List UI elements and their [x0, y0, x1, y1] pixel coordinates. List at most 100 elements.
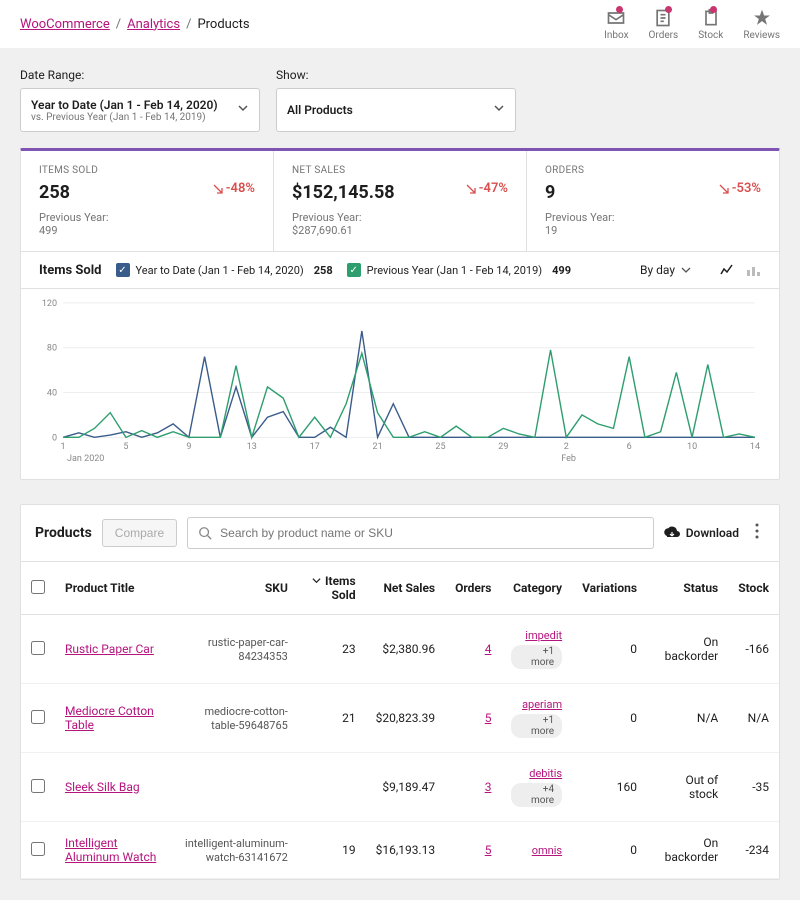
- cell-net: $16,193.13: [366, 822, 445, 879]
- orders-link[interactable]: 4: [485, 642, 492, 656]
- more-categories-pill[interactable]: +4 more: [511, 783, 562, 807]
- interval-select[interactable]: By day: [640, 263, 691, 277]
- breadcrumb-woocommerce[interactable]: WooCommerce: [20, 17, 110, 32]
- row-checkbox[interactable]: [31, 842, 45, 856]
- show-value: All Products: [287, 103, 485, 117]
- orders-button[interactable]: Orders: [649, 8, 679, 41]
- show-label: Show:: [276, 68, 516, 82]
- search-input[interactable]: [220, 526, 643, 540]
- products-table-card: Products Compare Download Product Title …: [20, 504, 780, 880]
- trend-down-icon: [466, 184, 476, 194]
- category-link[interactable]: debitis: [511, 767, 562, 780]
- row-checkbox[interactable]: [31, 710, 45, 724]
- category-link[interactable]: omnis: [511, 844, 562, 857]
- cell-stock: -35: [728, 753, 779, 822]
- col-variations[interactable]: Variations: [572, 562, 647, 615]
- table-row: Intelligent Aluminum Watchintelligent-al…: [21, 822, 779, 879]
- more-categories-pill[interactable]: +1 more: [511, 645, 562, 669]
- more-categories-pill[interactable]: +1 more: [511, 714, 562, 738]
- orders-link[interactable]: 5: [485, 843, 492, 857]
- metric-prev-label: Previous Year:: [39, 211, 255, 224]
- metric-prev-label: Previous Year:: [292, 211, 508, 224]
- inbox-label: Inbox: [604, 30, 628, 41]
- breadcrumb: WooCommerce / Analytics / Products: [20, 17, 250, 32]
- date-range-primary: Year to Date (Jan 1 - Feb 14, 2020): [31, 98, 229, 112]
- col-sold[interactable]: Items Sold: [298, 562, 366, 615]
- date-range-label: Date Range:: [20, 68, 260, 82]
- search-box[interactable]: [187, 517, 654, 549]
- product-link[interactable]: Mediocre Cotton Table: [65, 704, 154, 732]
- legend-label: Year to Date (Jan 1 - Feb 14, 2020): [136, 264, 304, 277]
- metric-net-sales[interactable]: NET SALES $152,145.58 -47% Previous Year…: [274, 151, 527, 251]
- show-select[interactable]: All Products: [276, 88, 516, 132]
- star-icon: [752, 8, 772, 28]
- svg-text:1: 1: [61, 442, 66, 452]
- chevron-down-icon: [681, 265, 691, 275]
- cell-variations: 0: [572, 822, 647, 879]
- metric-label: ORDERS: [545, 165, 761, 176]
- metrics-card: ITEMS SOLD 258 -48% Previous Year: 499 N…: [20, 148, 780, 480]
- col-stock[interactable]: Stock: [728, 562, 779, 615]
- stock-button[interactable]: Stock: [698, 8, 723, 41]
- legend-current[interactable]: ✓ Year to Date (Jan 1 - Feb 14, 2020) 25…: [116, 263, 333, 277]
- metric-orders[interactable]: ORDERS 9 -53% Previous Year: 19: [527, 151, 779, 251]
- col-sku[interactable]: SKU: [169, 562, 298, 615]
- product-link[interactable]: Intelligent Aluminum Watch: [65, 836, 156, 864]
- reviews-button[interactable]: Reviews: [743, 8, 780, 41]
- line-chart: 040801201591317212529261014Jan 2020Feb: [39, 297, 761, 465]
- chart-title: Items Sold: [39, 263, 102, 278]
- col-net[interactable]: Net Sales: [366, 562, 445, 615]
- row-checkbox[interactable]: [31, 779, 45, 793]
- category-link[interactable]: aperiam: [511, 698, 562, 711]
- cell-status: On backorder: [647, 822, 728, 879]
- date-range-select[interactable]: Year to Date (Jan 1 - Feb 14, 2020) vs. …: [20, 88, 260, 132]
- kebab-icon: [755, 523, 759, 539]
- interval-label: By day: [640, 263, 675, 277]
- badge-dot-icon: [616, 6, 623, 13]
- table-title: Products: [35, 525, 92, 541]
- bar-chart-icon[interactable]: [745, 262, 761, 278]
- cell-net: $20,823.39: [366, 684, 445, 753]
- chevron-down-icon: [237, 102, 249, 118]
- cell-net: $2,380.96: [366, 615, 445, 684]
- download-label: Download: [686, 526, 739, 540]
- metric-label: ITEMS SOLD: [39, 165, 255, 176]
- metric-prev-value: $287,690.61: [292, 224, 508, 237]
- cell-variations: 0: [572, 684, 647, 753]
- row-checkbox[interactable]: [31, 641, 45, 655]
- svg-text:6: 6: [627, 442, 632, 452]
- trend-down-icon: [719, 184, 729, 194]
- metric-items-sold[interactable]: ITEMS SOLD 258 -48% Previous Year: 499: [21, 151, 274, 251]
- svg-text:10: 10: [687, 442, 697, 452]
- compare-button[interactable]: Compare: [102, 519, 177, 547]
- cell-stock: N/A: [728, 684, 779, 753]
- checkbox-checked-icon: ✓: [347, 263, 361, 277]
- col-status[interactable]: Status: [647, 562, 728, 615]
- cell-status: Out of stock: [647, 753, 728, 822]
- orders-link[interactable]: 3: [485, 780, 492, 794]
- orders-link[interactable]: 5: [485, 711, 492, 725]
- download-button[interactable]: Download: [664, 525, 739, 541]
- svg-text:9: 9: [186, 442, 191, 452]
- sku-text: rustic-paper-car-84234353: [208, 636, 288, 663]
- line-chart-icon[interactable]: [719, 262, 735, 278]
- cell-sold: 19: [298, 822, 366, 879]
- metric-prev-value: 499: [39, 224, 255, 237]
- table-row: Sleek Silk Bag$9,189.473debitis+4 more16…: [21, 753, 779, 822]
- breadcrumb-analytics[interactable]: Analytics: [127, 17, 180, 32]
- badge-dot-icon: [710, 6, 717, 13]
- product-link[interactable]: Rustic Paper Car: [65, 642, 154, 656]
- col-category[interactable]: Category: [501, 562, 572, 615]
- col-title[interactable]: Product Title: [55, 562, 169, 615]
- cell-status: N/A: [647, 684, 728, 753]
- inbox-button[interactable]: Inbox: [604, 8, 628, 41]
- checkbox-checked-icon: ✓: [116, 263, 130, 277]
- table-menu-button[interactable]: [749, 519, 765, 547]
- col-orders[interactable]: Orders: [445, 562, 501, 615]
- date-range-secondary: vs. Previous Year (Jan 1 - Feb 14, 2019): [31, 112, 229, 123]
- category-link[interactable]: impedit: [511, 629, 562, 642]
- legend-value: 499: [552, 264, 571, 277]
- product-link[interactable]: Sleek Silk Bag: [65, 780, 140, 794]
- select-all-checkbox[interactable]: [31, 580, 45, 594]
- legend-previous[interactable]: ✓ Previous Year (Jan 1 - Feb 14, 2019) 4…: [347, 263, 571, 277]
